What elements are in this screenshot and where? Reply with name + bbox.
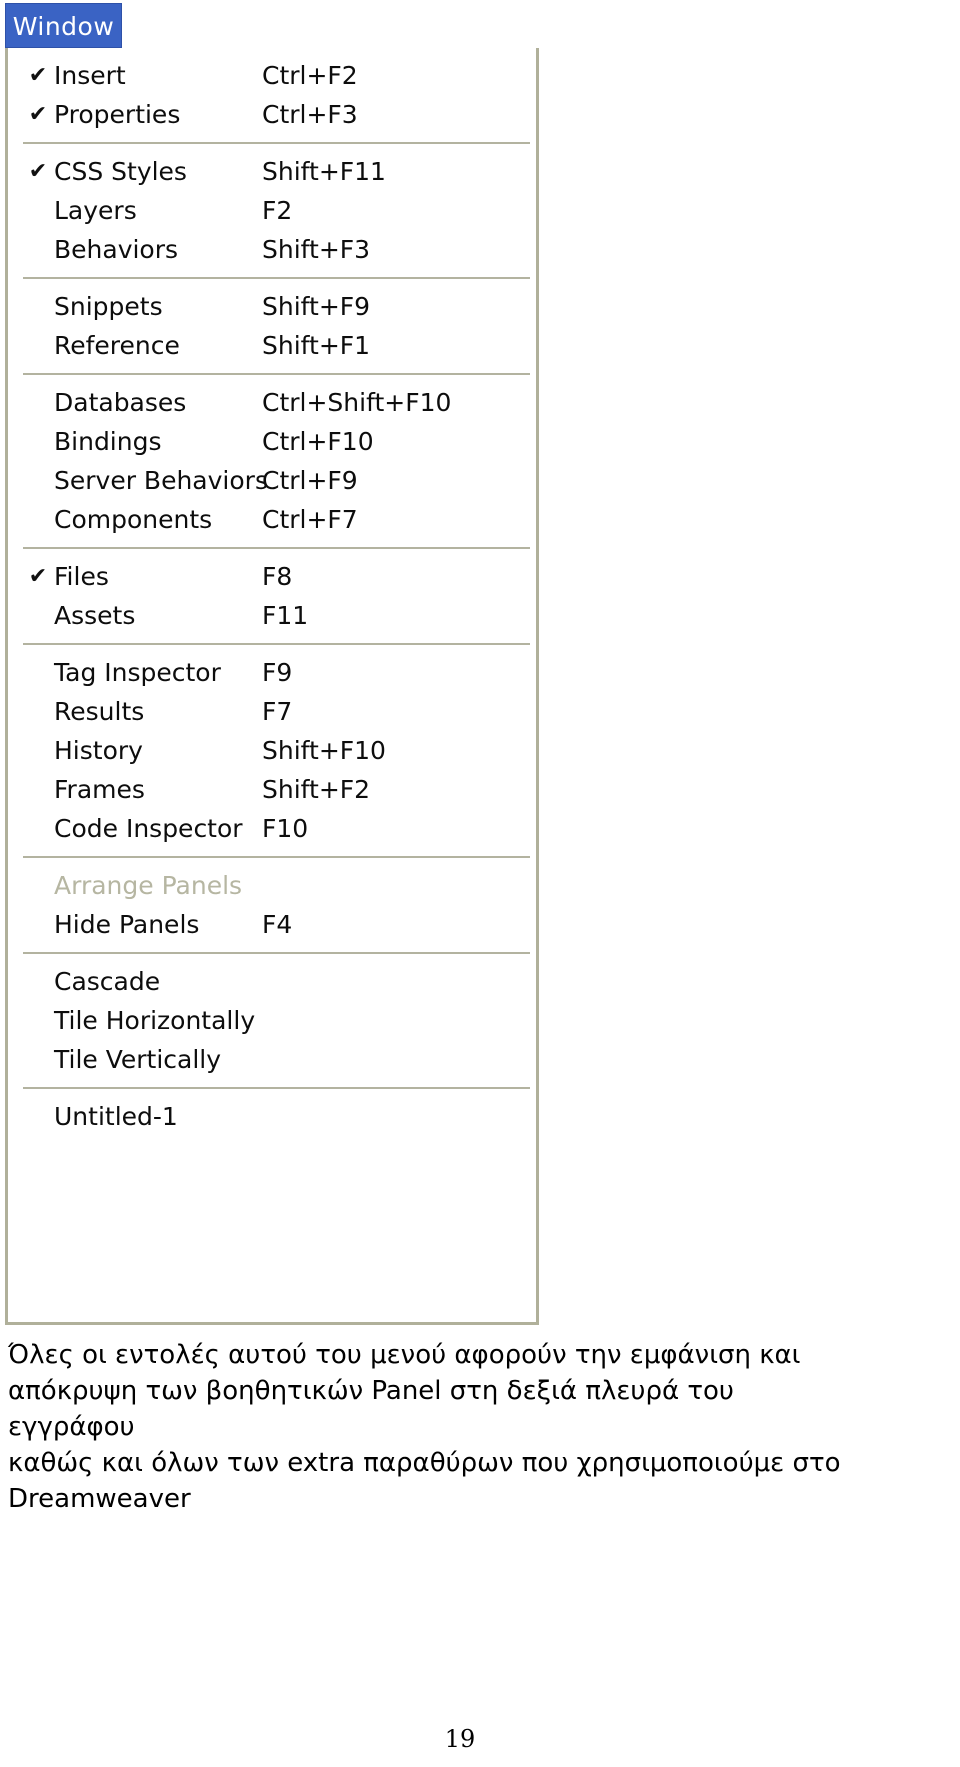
- caption-line: απόκρυψη των βοηθητικών Panel στη δεξιά …: [8, 1376, 734, 1442]
- menu-separator: [23, 547, 530, 549]
- menu-item-tile-horizontally[interactable]: Tile Horizontally: [9, 1001, 536, 1040]
- menu-item-shortcut: Shift+F1: [262, 331, 371, 360]
- caption-text: Όλες οι εντολές αυτού του μενού αφορούν …: [8, 1337, 868, 1517]
- menu-item-shortcut: Ctrl+F3: [262, 100, 358, 129]
- menu-item-label: Code Inspector: [54, 814, 243, 843]
- menu-item-label: Tile Horizontally: [54, 1006, 256, 1035]
- menu-item-shortcut: Ctrl+F2: [262, 61, 358, 90]
- menu-separator: [23, 277, 530, 279]
- menu-item-label: Arrange Panels: [54, 871, 243, 900]
- menu-separator: [23, 952, 530, 954]
- menu-item-shortcut: Ctrl+F9: [262, 466, 358, 495]
- menu-item-results[interactable]: Results F7: [9, 692, 536, 731]
- menu-item-label: History: [54, 736, 143, 765]
- menu-item-history[interactable]: History Shift+F10: [9, 731, 536, 770]
- menu-item-shortcut: Ctrl+Shift+F10: [262, 388, 452, 417]
- menu-group: ✔ Insert Ctrl+F2 ✔ Properties Ctrl+F3: [9, 56, 536, 134]
- menu-item-label: Properties: [54, 100, 181, 129]
- menu-item-label: Layers: [54, 196, 137, 225]
- menu-item-shortcut: F7: [262, 697, 293, 726]
- menu-item-shortcut: F4: [262, 910, 293, 939]
- menu-item-databases[interactable]: Databases Ctrl+Shift+F10: [9, 383, 536, 422]
- menu-item-shortcut: Shift+F10: [262, 736, 386, 765]
- menu-item-label: Databases: [54, 388, 187, 417]
- menu-item-label: CSS Styles: [54, 157, 187, 186]
- menu-item-label: Behaviors: [54, 235, 179, 264]
- menu-item-tag-inspector[interactable]: Tag Inspector F9: [9, 653, 536, 692]
- check-icon: ✔: [28, 102, 48, 127]
- menu-item-label: Frames: [54, 775, 145, 804]
- menu-item-hide-panels[interactable]: Hide Panels F4: [9, 905, 536, 944]
- menu-item-label: Files: [54, 562, 109, 591]
- menu-separator: [23, 643, 530, 645]
- menu-item-label: Tag Inspector: [54, 658, 221, 687]
- menu-item-label: Insert: [54, 61, 126, 90]
- menu-separator: [23, 373, 530, 375]
- menu-item-label: Cascade: [54, 967, 161, 996]
- menu-group: ✔ CSS Styles Shift+F11 Layers F2 Behaviors Shi…: [9, 152, 536, 269]
- menu-dropdown-panel: ✔ Insert Ctrl+F2 ✔ Properties Ctrl+F3 ✔ CSS Sty…: [5, 48, 539, 1325]
- menu-item-label: Untitled-1: [54, 1102, 178, 1131]
- menu-item-label: Hide Panels: [54, 910, 200, 939]
- menu-item-shortcut: Ctrl+F10: [262, 427, 374, 456]
- menu-item-shortcut: F8: [262, 562, 293, 591]
- menu-item-tile-vertically[interactable]: Tile Vertically: [9, 1040, 536, 1079]
- menu-item-layers[interactable]: Layers F2: [9, 191, 536, 230]
- caption-line: Όλες οι εντολές αυτού του μενού αφορούν …: [8, 1340, 801, 1370]
- page-number: 19: [444, 1725, 476, 1753]
- menu-item-shortcut: F9: [262, 658, 293, 687]
- menu-item-shortcut: F2: [262, 196, 293, 225]
- menu-item-untitled-1[interactable]: Untitled-1: [9, 1097, 536, 1136]
- menu-item-bindings[interactable]: Bindings Ctrl+F10: [9, 422, 536, 461]
- menu-item-label: Bindings: [54, 427, 162, 456]
- menu-item-css-styles[interactable]: ✔ CSS Styles Shift+F11: [9, 152, 536, 191]
- menu-group: Arrange Panels Hide Panels F4: [9, 866, 536, 944]
- menu-item-shortcut: Ctrl+F7: [262, 505, 358, 534]
- check-icon: ✔: [28, 159, 48, 184]
- menu-title-window[interactable]: Window: [5, 3, 122, 48]
- menu-item-shortcut: Shift+F2: [262, 775, 371, 804]
- caption-line: Dreamweaver: [8, 1484, 191, 1514]
- menu-item-server-behaviors[interactable]: Server Behaviors Ctrl+F9: [9, 461, 536, 500]
- menu-group: ✔ Files F8 Assets F11: [9, 557, 536, 635]
- menu-item-assets[interactable]: Assets F11: [9, 596, 536, 635]
- menu-group: Databases Ctrl+Shift+F10 Bindings Ctrl+F10 S…: [9, 383, 536, 539]
- menu-item-label: Server Behaviors: [54, 466, 268, 495]
- menu-item-behaviors[interactable]: Behaviors Shift+F3: [9, 230, 536, 269]
- menu-item-shortcut: F10: [262, 814, 309, 843]
- menu-item-label: Tile Vertically: [54, 1045, 222, 1074]
- menu-item-properties[interactable]: ✔ Properties Ctrl+F3: [9, 95, 536, 134]
- menu-item-list: ✔ Insert Ctrl+F2 ✔ Properties Ctrl+F3 ✔ CSS Sty…: [8, 48, 536, 1322]
- menu-item-label: Components: [54, 505, 213, 534]
- menu-item-label: Snippets: [54, 292, 163, 321]
- menu-item-insert[interactable]: ✔ Insert Ctrl+F2: [9, 56, 536, 95]
- check-icon: ✔: [28, 564, 48, 589]
- menu-item-shortcut: F11: [262, 601, 309, 630]
- menu-item-shortcut: Shift+F3: [262, 235, 371, 264]
- menu-group: Untitled-1: [9, 1097, 536, 1136]
- check-icon: ✔: [28, 63, 48, 88]
- menu-item-frames[interactable]: Frames Shift+F2: [9, 770, 536, 809]
- menu-separator: [23, 856, 530, 858]
- menu-separator: [23, 1087, 530, 1089]
- menu-group: Tag Inspector F9 Results F7 History Shift+F10…: [9, 653, 536, 848]
- menu-item-label: Reference: [54, 331, 180, 360]
- menu-separator: [23, 142, 530, 144]
- menu-item-shortcut: Shift+F11: [262, 157, 386, 186]
- menu-item-label: Assets: [54, 601, 136, 630]
- menu-group: Cascade Tile Horizontally Tile Vertically: [9, 962, 536, 1079]
- menu-item-code-inspector[interactable]: Code Inspector F10: [9, 809, 536, 848]
- caption-line: καθώς και όλων των extra παραθύρων που χ…: [8, 1448, 841, 1478]
- menu-item-arrange-panels: Arrange Panels: [9, 866, 536, 905]
- menu-item-files[interactable]: ✔ Files F8: [9, 557, 536, 596]
- menu-item-cascade[interactable]: Cascade: [9, 962, 536, 1001]
- menu-item-components[interactable]: Components Ctrl+F7: [9, 500, 536, 539]
- menu-item-reference[interactable]: Reference Shift+F1: [9, 326, 536, 365]
- menu-group: Snippets Shift+F9 Reference Shift+F1: [9, 287, 536, 365]
- menu-item-shortcut: Shift+F9: [262, 292, 371, 321]
- menu-item-label: Results: [54, 697, 145, 726]
- menu-item-snippets[interactable]: Snippets Shift+F9: [9, 287, 536, 326]
